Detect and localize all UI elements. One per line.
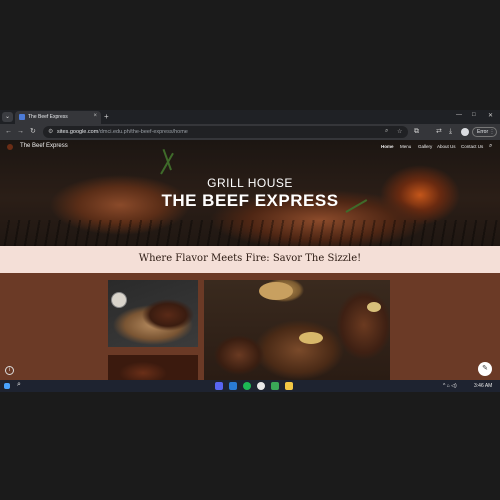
profile-avatar[interactable]	[461, 128, 469, 136]
website-content: The Beef Express Home Menu Gallery About…	[0, 140, 500, 380]
reload-icon[interactable]: ↻	[30, 127, 36, 136]
nav-menu[interactable]: Menu	[400, 144, 411, 149]
grilled-steaks-photo[interactable]	[204, 280, 390, 380]
site-logo-icon[interactable]	[7, 144, 13, 150]
clock-time[interactable]: 3:46 AM	[474, 383, 492, 389]
nav-gallery[interactable]: Gallery	[418, 144, 432, 149]
windows-start-icon[interactable]	[4, 383, 10, 389]
chrome-icon[interactable]	[257, 382, 265, 390]
site-name[interactable]: The Beef Express	[20, 143, 68, 149]
tagline-section: Where Flavor Meets Fire: Savor The Sizzl…	[0, 246, 500, 273]
baked-potato-image	[259, 282, 293, 300]
maximize-button[interactable]: □	[472, 112, 476, 118]
app-icon[interactable]	[271, 382, 279, 390]
new-tab-button[interactable]: +	[104, 112, 109, 121]
url-text: sites.google.com/dmci.edu.ph/the-beef-ex…	[57, 129, 188, 135]
nav-about-us[interactable]: About Us	[437, 144, 456, 149]
browser-toolbar: ← → ↻ ⚙ sites.google.com/dmci.edu.ph/the…	[0, 124, 500, 140]
minimize-button[interactable]: —	[456, 112, 462, 118]
tab-close-icon[interactable]: ×	[93, 113, 97, 119]
address-bar[interactable]: ⚙ sites.google.com/dmci.edu.ph/the-beef-…	[43, 126, 408, 138]
steak-board-photo[interactable]	[108, 280, 198, 347]
grill-grates-image	[0, 220, 500, 246]
browser-tab-strip: ⌄ The Beef Express × + — □ ✕	[0, 110, 500, 124]
close-window-button[interactable]: ✕	[488, 112, 493, 119]
windows-taskbar: ⌕ ^ ⌂ ◁) 3:46 AM	[0, 380, 500, 392]
tab-search-button[interactable]: ⌄	[2, 112, 13, 122]
taskbar-search-icon[interactable]: ⌕	[17, 381, 21, 389]
cast-icon[interactable]: ⇄	[436, 127, 442, 136]
herb-butter-image	[367, 302, 381, 312]
download-icon[interactable]: ⤓	[449, 127, 452, 136]
file-explorer-icon[interactable]	[285, 382, 293, 390]
error-label: Error	[477, 129, 489, 135]
hero-banner: The Beef Express Home Menu Gallery About…	[0, 140, 500, 246]
forward-arrow-icon[interactable]: →	[17, 127, 24, 136]
extensions-icon[interactable]: ⧉	[414, 127, 419, 136]
hero-subtitle: GRILL HOUSE	[207, 176, 293, 190]
tagline-text: Where Flavor Meets Fire: Savor The Sizzl…	[138, 253, 362, 264]
back-arrow-icon[interactable]: ←	[5, 127, 12, 136]
herb-butter-image	[299, 332, 323, 344]
site-search-icon[interactable]: ⌕	[489, 143, 492, 150]
hero-title: THE BEEF EXPRESS	[161, 191, 339, 210]
nav-contact-us[interactable]: Contact Us	[461, 144, 483, 149]
url-path: /dmci.edu.ph/the-beef-express/home	[98, 129, 188, 135]
bookmark-star-icon[interactable]: ☆	[397, 128, 402, 135]
url-host: sites.google.com	[57, 129, 99, 135]
discord-icon[interactable]	[215, 382, 223, 390]
tab-title: The Beef Express	[28, 114, 68, 120]
sliced-steak-photo[interactable]	[108, 355, 198, 380]
nav-home[interactable]: Home	[381, 144, 394, 149]
desktop-screen: ⌄ The Beef Express × + — □ ✕ ← → ↻ ⚙ sit…	[0, 110, 500, 392]
info-icon[interactable]: i	[5, 366, 14, 375]
vscode-icon[interactable]	[229, 382, 237, 390]
system-tray-icons[interactable]: ^ ⌂ ◁)	[443, 383, 457, 389]
spotify-icon[interactable]	[243, 382, 251, 390]
edit-pencil-icon[interactable]: ✎	[478, 362, 492, 376]
browser-tab[interactable]: The Beef Express ×	[15, 111, 101, 124]
site-navigation: The Beef Express Home Menu Gallery About…	[0, 140, 500, 154]
site-favicon-icon	[19, 114, 25, 120]
zoom-search-icon[interactable]: ⌕	[385, 128, 388, 135]
error-button[interactable]: Error ⋮	[472, 127, 497, 137]
salt-bowl-image	[111, 292, 127, 308]
site-info-icon[interactable]: ⚙	[48, 128, 53, 135]
